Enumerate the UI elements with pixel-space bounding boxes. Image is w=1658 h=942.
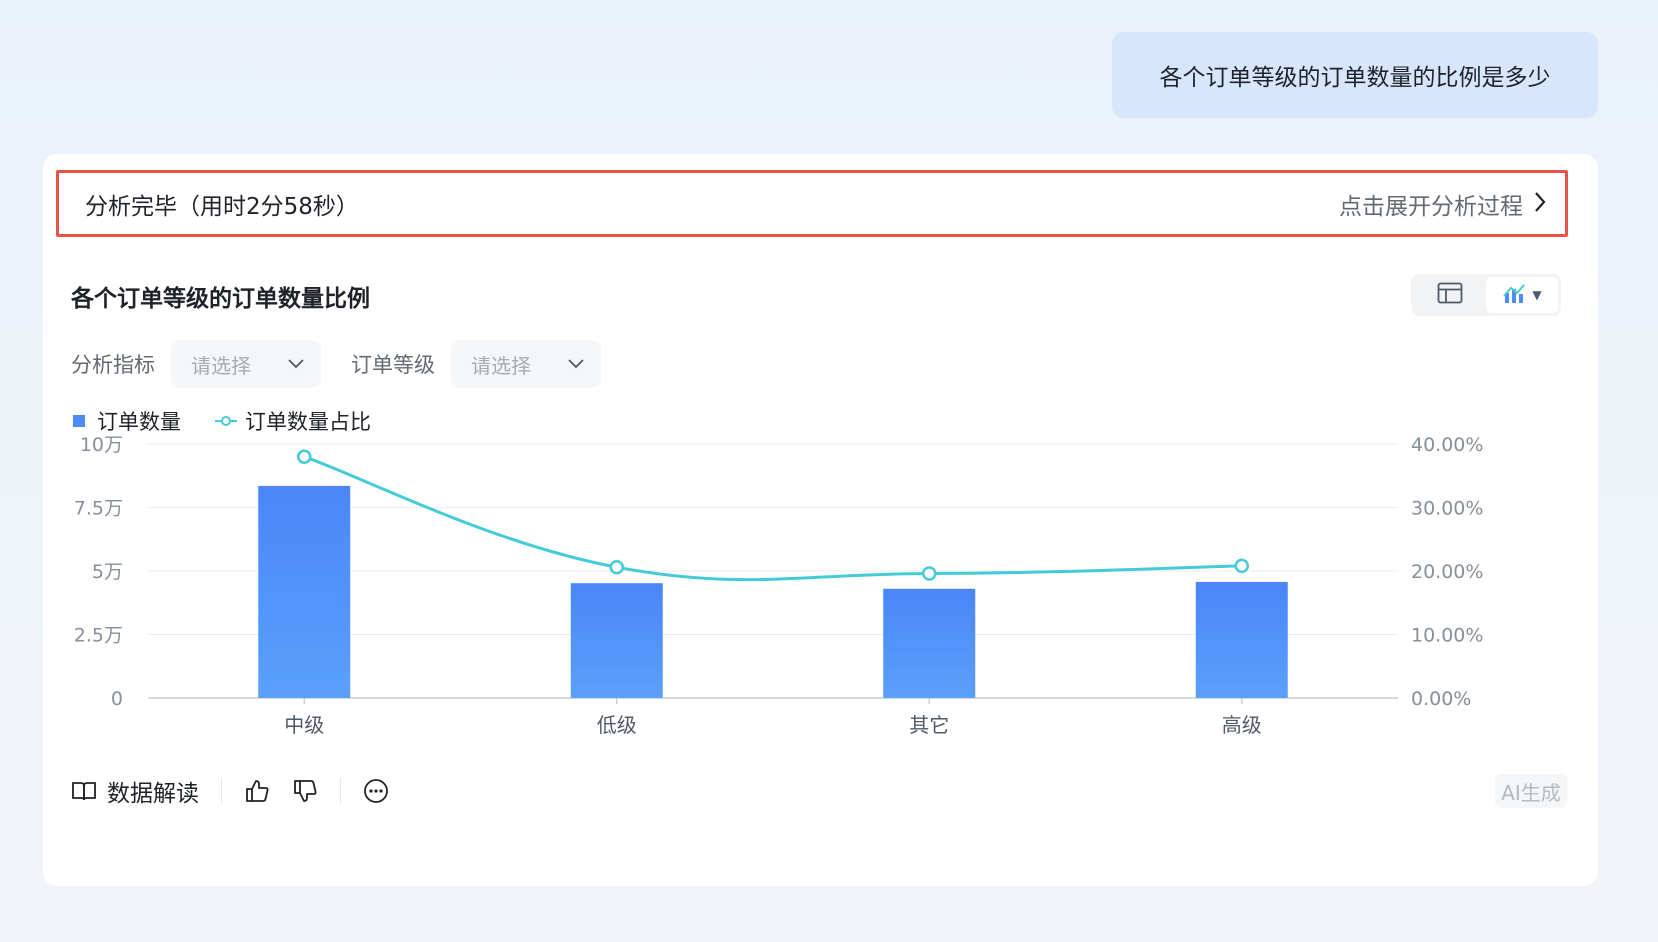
analysis-status-bar[interactable]: 分析完毕（用时2分58秒） 点击展开分析过程 [56, 170, 1568, 237]
x-tick-label: 中级 [284, 713, 324, 737]
y-right-tick-label: 40.00% [1411, 434, 1483, 456]
analysis-status-text: 分析完毕（用时2分58秒） [85, 193, 359, 220]
line-point [297, 449, 312, 464]
y-left-tick-label: 5万 [92, 561, 123, 583]
y-right-tick-label: 20.00% [1411, 561, 1483, 583]
chevron-right-icon [1533, 190, 1547, 218]
more-icon[interactable] [363, 778, 389, 804]
answer-card: 分析完毕（用时2分58秒） 点击展开分析过程 各个订单等级的订单数量比例 ▼ 分… [43, 154, 1598, 886]
divider [221, 778, 222, 804]
line-point [609, 559, 624, 575]
x-tick-label: 低级 [597, 713, 637, 737]
line-point [922, 566, 937, 581]
y-left-tick-label: 10万 [80, 434, 123, 456]
expand-analysis-label: 点击展开分析过程 [1339, 193, 1523, 220]
view-switch: ▼ [1411, 274, 1561, 316]
bar [1195, 581, 1288, 698]
filter-label-order-level: 订单等级 [351, 353, 435, 377]
metric-select[interactable]: 请选择 [171, 340, 321, 388]
y-left-tick-label: 7.5万 [74, 498, 123, 520]
line-point [1234, 558, 1249, 574]
bar-line-chart: 0 0.00% 2.5万 10.00% 5万 20.00% 7.5万 30.00% 10万 40.… [74, 434, 1484, 737]
book-icon [71, 779, 97, 803]
thumbs-down-icon[interactable] [292, 778, 318, 804]
metric-select-placeholder: 请选择 [191, 353, 251, 378]
chart-view-button[interactable]: ▼ [1486, 277, 1558, 313]
footer-actions: 数据解读 [71, 774, 411, 808]
order-level-select[interactable]: 请选择 [451, 340, 601, 388]
bar [570, 583, 663, 698]
y-right-tick-label: 10.00% [1411, 625, 1483, 647]
chart-title: 各个订单等级的订单数量比例 [71, 286, 370, 312]
data-interpretation-button[interactable]: 数据解读 [71, 774, 199, 808]
chevron-down-icon [287, 355, 305, 374]
y-left-tick-label: 0 [111, 688, 123, 710]
bar [258, 485, 351, 698]
table-icon [1437, 282, 1463, 308]
x-tick-label: 高级 [1222, 713, 1262, 737]
line-series [303, 455, 1242, 582]
filter-bar: 分析指标 请选择 订单等级 请选择 [71, 340, 631, 388]
table-view-button[interactable] [1414, 277, 1486, 313]
ai-generated-tag: AI生成 [1495, 774, 1567, 808]
chevron-down-icon: ▼ [1532, 288, 1542, 302]
y-right-tick-label: 30.00% [1411, 498, 1483, 520]
divider [340, 778, 341, 804]
chevron-down-icon [567, 355, 585, 374]
order-level-select-placeholder: 请选择 [471, 353, 531, 378]
thumbs-up-icon[interactable] [244, 778, 270, 804]
data-interpretation-label: 数据解读 [107, 781, 199, 807]
x-tick-label: 其它 [909, 713, 949, 737]
filter-label-metric: 分析指标 [71, 353, 155, 377]
y-left-tick-label: 2.5万 [74, 625, 123, 647]
user-question-bubble: 各个订单等级的订单数量的比例是多少 [1112, 32, 1598, 118]
y-right-tick-label: 0.00% [1411, 688, 1471, 710]
bar [883, 588, 976, 698]
chart-icon [1502, 282, 1526, 308]
expand-analysis-button[interactable]: 点击展开分析过程 [1339, 187, 1547, 221]
